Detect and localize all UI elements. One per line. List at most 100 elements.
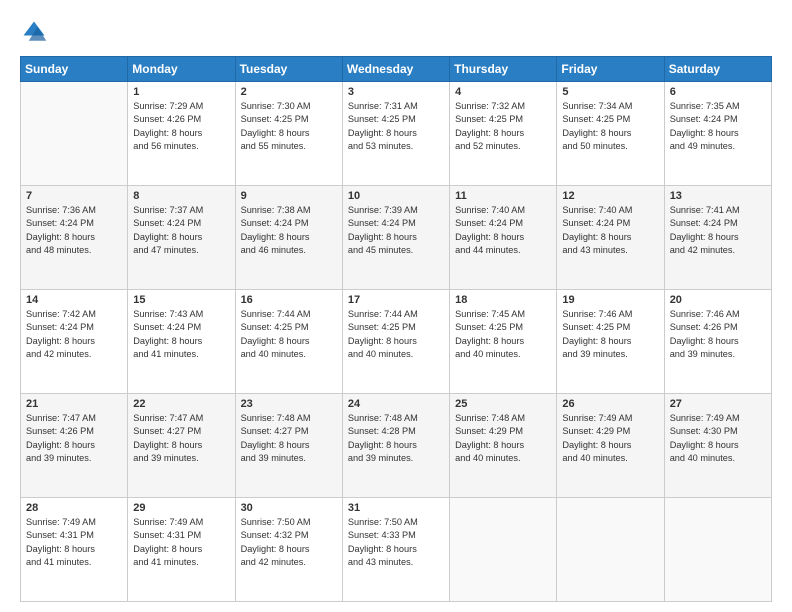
calendar-cell: 26 Sunrise: 7:49 AM Sunset: 4:29 PM Dayli… — [557, 394, 664, 498]
day-info: Sunrise: 7:31 AM Sunset: 4:25 PM Dayligh… — [348, 100, 444, 153]
calendar-cell: 8 Sunrise: 7:37 AM Sunset: 4:24 PM Daylig… — [128, 186, 235, 290]
day-number: 9 — [241, 190, 337, 202]
calendar-table: SundayMondayTuesdayWednesdayThursdayFrid… — [20, 56, 772, 602]
day-number: 26 — [562, 398, 658, 410]
day-number: 8 — [133, 190, 229, 202]
logo-icon — [20, 18, 48, 46]
day-number: 27 — [670, 398, 766, 410]
day-info: Sunrise: 7:42 AM Sunset: 4:24 PM Dayligh… — [26, 308, 122, 361]
day-info: Sunrise: 7:34 AM Sunset: 4:25 PM Dayligh… — [562, 100, 658, 153]
day-number: 14 — [26, 294, 122, 306]
calendar-cell: 22 Sunrise: 7:47 AM Sunset: 4:27 PM Dayli… — [128, 394, 235, 498]
day-number: 23 — [241, 398, 337, 410]
calendar-cell: 12 Sunrise: 7:40 AM Sunset: 4:24 PM Dayli… — [557, 186, 664, 290]
day-number: 3 — [348, 86, 444, 98]
calendar-week-row: 14 Sunrise: 7:42 AM Sunset: 4:24 PM Dayli… — [21, 290, 772, 394]
calendar-cell: 30 Sunrise: 7:50 AM Sunset: 4:32 PM Dayli… — [235, 498, 342, 602]
day-info: Sunrise: 7:44 AM Sunset: 4:25 PM Dayligh… — [241, 308, 337, 361]
day-number: 6 — [670, 86, 766, 98]
day-info: Sunrise: 7:48 AM Sunset: 4:27 PM Dayligh… — [241, 412, 337, 465]
calendar-cell: 6 Sunrise: 7:35 AM Sunset: 4:24 PM Daylig… — [664, 82, 771, 186]
day-info: Sunrise: 7:37 AM Sunset: 4:24 PM Dayligh… — [133, 204, 229, 257]
day-info: Sunrise: 7:47 AM Sunset: 4:27 PM Dayligh… — [133, 412, 229, 465]
day-number: 17 — [348, 294, 444, 306]
calendar-cell: 3 Sunrise: 7:31 AM Sunset: 4:25 PM Daylig… — [342, 82, 449, 186]
day-number: 19 — [562, 294, 658, 306]
day-info: Sunrise: 7:39 AM Sunset: 4:24 PM Dayligh… — [348, 204, 444, 257]
calendar-cell: 9 Sunrise: 7:38 AM Sunset: 4:24 PM Daylig… — [235, 186, 342, 290]
day-info: Sunrise: 7:40 AM Sunset: 4:24 PM Dayligh… — [562, 204, 658, 257]
calendar-cell: 20 Sunrise: 7:46 AM Sunset: 4:26 PM Dayli… — [664, 290, 771, 394]
day-number: 29 — [133, 502, 229, 514]
day-number: 22 — [133, 398, 229, 410]
calendar-cell: 24 Sunrise: 7:48 AM Sunset: 4:28 PM Dayli… — [342, 394, 449, 498]
page: SundayMondayTuesdayWednesdayThursdayFrid… — [0, 0, 792, 612]
day-number: 28 — [26, 502, 122, 514]
calendar-cell: 28 Sunrise: 7:49 AM Sunset: 4:31 PM Dayli… — [21, 498, 128, 602]
calendar-cell: 5 Sunrise: 7:34 AM Sunset: 4:25 PM Daylig… — [557, 82, 664, 186]
day-info: Sunrise: 7:41 AM Sunset: 4:24 PM Dayligh… — [670, 204, 766, 257]
day-number: 15 — [133, 294, 229, 306]
day-number: 16 — [241, 294, 337, 306]
calendar-cell — [664, 498, 771, 602]
day-of-week-header: Saturday — [664, 57, 771, 82]
day-number: 24 — [348, 398, 444, 410]
header — [20, 18, 772, 46]
day-info: Sunrise: 7:46 AM Sunset: 4:26 PM Dayligh… — [670, 308, 766, 361]
day-of-week-header: Sunday — [21, 57, 128, 82]
day-number: 5 — [562, 86, 658, 98]
day-number: 21 — [26, 398, 122, 410]
day-info: Sunrise: 7:49 AM Sunset: 4:30 PM Dayligh… — [670, 412, 766, 465]
day-of-week-header: Monday — [128, 57, 235, 82]
calendar-cell: 21 Sunrise: 7:47 AM Sunset: 4:26 PM Dayli… — [21, 394, 128, 498]
day-number: 10 — [348, 190, 444, 202]
day-number: 11 — [455, 190, 551, 202]
day-number: 20 — [670, 294, 766, 306]
calendar-cell: 25 Sunrise: 7:48 AM Sunset: 4:29 PM Dayli… — [450, 394, 557, 498]
calendar-cell: 13 Sunrise: 7:41 AM Sunset: 4:24 PM Dayli… — [664, 186, 771, 290]
day-info: Sunrise: 7:49 AM Sunset: 4:29 PM Dayligh… — [562, 412, 658, 465]
day-info: Sunrise: 7:48 AM Sunset: 4:28 PM Dayligh… — [348, 412, 444, 465]
day-info: Sunrise: 7:47 AM Sunset: 4:26 PM Dayligh… — [26, 412, 122, 465]
calendar-week-row: 1Sunrise: 7:29 AM Sunset: 4:26 PM Daylig… — [21, 82, 772, 186]
calendar-cell: 11 Sunrise: 7:40 AM Sunset: 4:24 PM Dayli… — [450, 186, 557, 290]
day-info: Sunrise: 7:36 AM Sunset: 4:24 PM Dayligh… — [26, 204, 122, 257]
calendar-header-row: SundayMondayTuesdayWednesdayThursdayFrid… — [21, 57, 772, 82]
day-number: 13 — [670, 190, 766, 202]
calendar-cell: 2 Sunrise: 7:30 AM Sunset: 4:25 PM Daylig… — [235, 82, 342, 186]
day-of-week-header: Thursday — [450, 57, 557, 82]
calendar-cell: 29 Sunrise: 7:49 AM Sunset: 4:31 PM Dayli… — [128, 498, 235, 602]
calendar-cell: 4 Sunrise: 7:32 AM Sunset: 4:25 PM Daylig… — [450, 82, 557, 186]
day-info: Sunrise: 7:49 AM Sunset: 4:31 PM Dayligh… — [133, 516, 229, 569]
day-info: Sunrise: 7:38 AM Sunset: 4:24 PM Dayligh… — [241, 204, 337, 257]
calendar-cell — [21, 82, 128, 186]
day-info: Sunrise: 7:48 AM Sunset: 4:29 PM Dayligh… — [455, 412, 551, 465]
calendar-cell: 23 Sunrise: 7:48 AM Sunset: 4:27 PM Dayli… — [235, 394, 342, 498]
day-info: Sunrise: 7:40 AM Sunset: 4:24 PM Dayligh… — [455, 204, 551, 257]
calendar-cell — [450, 498, 557, 602]
day-number: 4 — [455, 86, 551, 98]
calendar-cell: 17 Sunrise: 7:44 AM Sunset: 4:25 PM Dayli… — [342, 290, 449, 394]
day-info: Sunrise: 7:35 AM Sunset: 4:24 PM Dayligh… — [670, 100, 766, 153]
logo — [20, 18, 52, 46]
day-info: Sunrise: 7:44 AM Sunset: 4:25 PM Dayligh… — [348, 308, 444, 361]
calendar-cell — [557, 498, 664, 602]
day-info: Sunrise: 7:45 AM Sunset: 4:25 PM Dayligh… — [455, 308, 551, 361]
day-number: 2 — [241, 86, 337, 98]
day-info: Sunrise: 7:50 AM Sunset: 4:32 PM Dayligh… — [241, 516, 337, 569]
day-number: 7 — [26, 190, 122, 202]
day-number: 12 — [562, 190, 658, 202]
calendar-cell: 19Sunrise: 7:46 AM Sunset: 4:25 PM Dayli… — [557, 290, 664, 394]
day-info: Sunrise: 7:49 AM Sunset: 4:31 PM Dayligh… — [26, 516, 122, 569]
day-info: Sunrise: 7:32 AM Sunset: 4:25 PM Dayligh… — [455, 100, 551, 153]
calendar-week-row: 21 Sunrise: 7:47 AM Sunset: 4:26 PM Dayli… — [21, 394, 772, 498]
day-of-week-header: Friday — [557, 57, 664, 82]
day-number: 30 — [241, 502, 337, 514]
day-number: 25 — [455, 398, 551, 410]
calendar-cell: 31Sunrise: 7:50 AM Sunset: 4:33 PM Dayli… — [342, 498, 449, 602]
day-info: Sunrise: 7:43 AM Sunset: 4:24 PM Dayligh… — [133, 308, 229, 361]
day-number: 1 — [133, 86, 229, 98]
calendar-week-row: 7 Sunrise: 7:36 AM Sunset: 4:24 PM Daylig… — [21, 186, 772, 290]
calendar-cell: 16 Sunrise: 7:44 AM Sunset: 4:25 PM Dayli… — [235, 290, 342, 394]
day-info: Sunrise: 7:30 AM Sunset: 4:25 PM Dayligh… — [241, 100, 337, 153]
